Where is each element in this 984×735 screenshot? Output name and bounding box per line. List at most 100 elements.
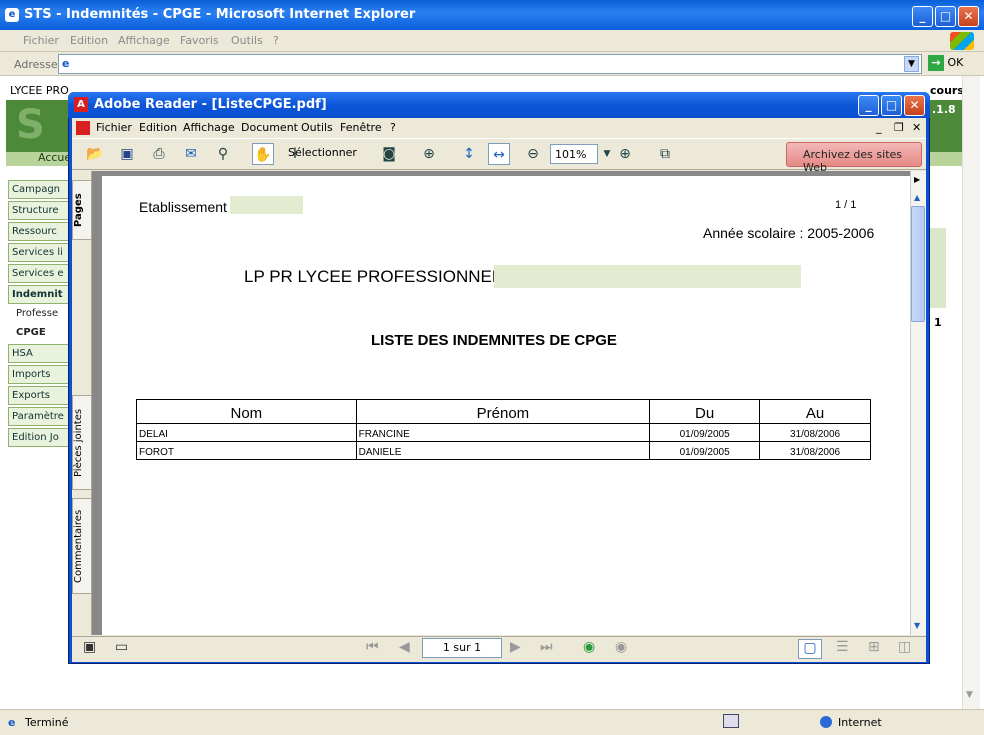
doc-restore-button[interactable]: ❐ xyxy=(894,121,904,134)
page-thumbnail-icon[interactable]: ▣ xyxy=(83,639,96,655)
address-bar: Adresse e ▼ → OK xyxy=(0,52,984,76)
scroll-down-icon[interactable]: ▼ xyxy=(966,690,973,700)
save-icon[interactable]: ▣ xyxy=(116,143,138,165)
close-button[interactable]: ✕ xyxy=(958,6,979,27)
menu-fichier[interactable]: Fichier xyxy=(23,34,59,47)
next-page-icon[interactable]: ▶ xyxy=(510,639,521,655)
cell-au: 31/08/2006 xyxy=(759,441,871,460)
page-number-input[interactable]: 1 sur 1 xyxy=(422,638,502,658)
facing-icon[interactable]: ⊞ xyxy=(868,639,880,655)
search-binoculars-icon[interactable]: ⚲ xyxy=(212,143,234,165)
open-folder-icon[interactable]: 📂 xyxy=(84,143,106,165)
reader-minimize-button[interactable]: _ xyxy=(858,95,879,116)
cell-prenom: FRANCINE xyxy=(355,423,651,442)
cell-nom: FOROT xyxy=(136,441,357,460)
reader-menu-help[interactable]: ? xyxy=(390,121,396,134)
cours-text: cours xyxy=(930,84,964,97)
zoom-input[interactable]: 101% xyxy=(550,144,598,164)
accueil-link[interactable]: Accue xyxy=(38,151,71,164)
first-page-icon[interactable]: ⏮ xyxy=(366,639,379,655)
cell-prenom: DANIELE xyxy=(355,441,651,460)
status-page-icon: e xyxy=(8,716,16,729)
table-row: DELAI FRANCINE 01/09/2005 31/08/2006 xyxy=(136,423,871,442)
reader-menu-fichier[interactable]: Fichier xyxy=(96,121,132,134)
reader-maximize-button[interactable]: □ xyxy=(881,95,902,116)
zoom-in-tool-icon[interactable]: ⊕ xyxy=(418,143,440,165)
fit-width-icon[interactable]: ↔ xyxy=(488,143,510,165)
maximize-button[interactable]: □ xyxy=(935,6,956,27)
forward-view-icon[interactable]: ◉ xyxy=(615,639,627,655)
previous-page-icon[interactable]: ◀ xyxy=(399,639,410,655)
network-icon xyxy=(723,714,739,728)
ie-logo-icon: e xyxy=(5,8,19,22)
column-header-du: Du xyxy=(649,399,761,424)
reader-menu-document[interactable]: Document xyxy=(241,121,298,134)
page-options-icon[interactable]: ⧉ xyxy=(654,143,676,165)
zoom-out-icon[interactable]: ⊖ xyxy=(522,143,544,165)
hand-tool-icon[interactable]: ✋ xyxy=(252,143,274,165)
print-icon[interactable]: ⎙ xyxy=(148,143,170,165)
sidebar-subitem-professeurs[interactable]: Professe xyxy=(16,308,58,319)
status-zone: Internet xyxy=(838,716,882,729)
cell-du: 01/09/2005 xyxy=(649,441,761,460)
reader-close-button[interactable]: ✕ xyxy=(904,95,925,116)
scroll-down-icon[interactable]: ▼ xyxy=(914,621,920,630)
tab-pieces-jointes[interactable]: Pièces jointes xyxy=(72,395,92,490)
tab-commentaires[interactable]: Commentaires xyxy=(72,498,92,594)
continuous-icon[interactable]: ☰ xyxy=(836,639,849,655)
go-label: OK xyxy=(947,56,964,69)
address-label: Adresse xyxy=(14,58,58,71)
cell-du: 01/09/2005 xyxy=(649,423,761,442)
reader-menu-fenetre[interactable]: Fenêtre xyxy=(340,121,382,134)
sidebar-subitem-cpge[interactable]: CPGE xyxy=(16,327,46,338)
document-heading: LISTE DES INDEMNITES DE CPGE xyxy=(371,332,617,349)
doc-minimize-button[interactable]: _ xyxy=(876,121,882,134)
scroll-right-icon[interactable]: ▶ xyxy=(914,175,920,184)
school-name: LP PR LYCEE PROFESSIONNEL xyxy=(244,267,502,286)
pdf-doc-icon xyxy=(76,121,90,135)
minimize-button[interactable]: _ xyxy=(912,6,933,27)
last-page-icon[interactable]: ⏭ xyxy=(540,639,553,655)
zoom-plus-icon[interactable]: ⊕ xyxy=(614,143,636,165)
reader-window-title: Adobe Reader - [ListeCPGE.pdf] xyxy=(94,97,327,112)
etablissement-label: Etablissement : xyxy=(139,199,235,215)
etablissement-value-redacted xyxy=(230,196,303,214)
cell-nom: DELAI xyxy=(136,423,357,442)
reader-menu-outils[interactable]: Outils xyxy=(301,121,333,134)
select-tool-label[interactable]: Sélectionner xyxy=(288,146,357,159)
version-text: .1.8 xyxy=(932,103,956,116)
ie-menu-bar: Fichier Edition Affichage Favoris Outils… xyxy=(0,30,984,52)
reader-title-bar: A Adobe Reader - [ListeCPGE.pdf] _ □ ✕ xyxy=(68,92,930,118)
menu-affichage[interactable]: Affichage xyxy=(118,34,170,47)
menu-outils[interactable]: Outils xyxy=(231,34,263,47)
status-text: Terminé xyxy=(25,716,69,729)
menu-edition[interactable]: Edition xyxy=(70,34,108,47)
menu-favoris[interactable]: Favoris xyxy=(180,34,219,47)
chevron-down-icon[interactable]: ▼ xyxy=(904,56,919,72)
single-page-icon[interactable]: ▢ xyxy=(798,639,822,659)
continuous-facing-icon[interactable]: ◫ xyxy=(898,639,911,655)
page-layout-icon[interactable]: ▭ xyxy=(115,639,128,655)
doc-close-button[interactable]: ✕ xyxy=(912,121,921,134)
ie-window-title: STS - Indemnités - CPGE - Microsoft Inte… xyxy=(24,7,416,22)
reader-menu-edition[interactable]: Edition xyxy=(139,121,177,134)
ie-scrollbar[interactable]: ▼ xyxy=(962,76,980,710)
page-number-text: 1 xyxy=(934,316,942,329)
scroll-up-icon[interactable]: ▲ xyxy=(914,193,920,202)
column-header-prenom: Prénom xyxy=(355,399,651,424)
tab-pages[interactable]: Pages xyxy=(72,180,92,240)
archive-web-button[interactable]: Archivez des sites Web xyxy=(786,142,922,174)
reader-menu-affichage[interactable]: Affichage xyxy=(183,121,235,134)
fit-height-icon[interactable]: ↕ xyxy=(458,143,480,165)
snapshot-icon[interactable]: ◙ xyxy=(378,143,400,165)
back-view-icon[interactable]: ◉ xyxy=(583,639,595,655)
ie-title-bar: e STS - Indemnités - CPGE - Microsoft In… xyxy=(0,0,984,30)
school-name-redacted xyxy=(494,265,801,288)
column-header-nom: Nom xyxy=(136,399,357,424)
menu-help[interactable]: ? xyxy=(273,34,279,47)
email-icon[interactable]: ✉ xyxy=(180,143,202,165)
page-right-panel xyxy=(930,228,946,308)
scroll-thumb[interactable] xyxy=(911,206,925,322)
address-input[interactable]: e ▼ xyxy=(58,54,922,74)
go-button[interactable]: → OK xyxy=(928,55,963,71)
